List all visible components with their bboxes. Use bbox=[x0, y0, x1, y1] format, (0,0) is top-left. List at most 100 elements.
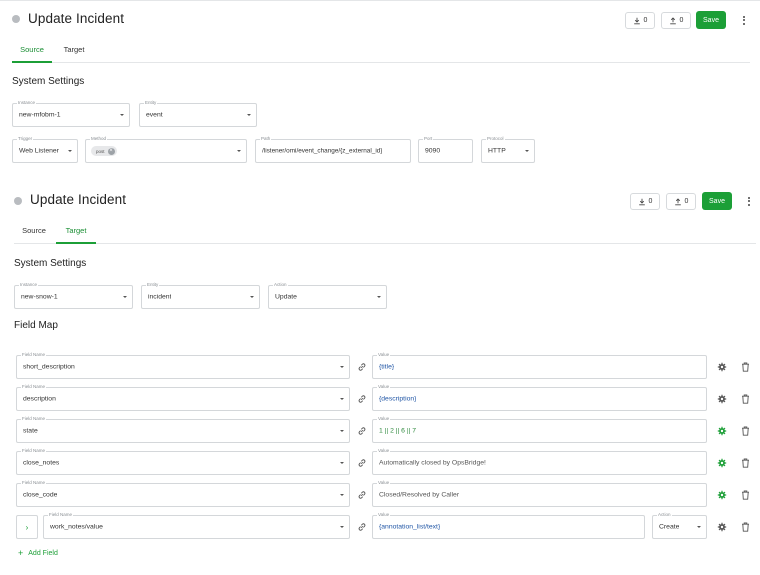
gear-icon[interactable] bbox=[717, 362, 727, 372]
value-text: Closed/Resolved by Caller bbox=[379, 491, 460, 499]
trigger-select[interactable]: Trigger Web Listener bbox=[12, 135, 78, 163]
tab-divider bbox=[12, 62, 750, 63]
save-button[interactable]: Save bbox=[702, 192, 732, 210]
port-value: 9090 bbox=[425, 147, 441, 155]
chevron-down-icon bbox=[247, 114, 251, 116]
instance-value: new-mfobm-1 bbox=[19, 111, 61, 119]
value-label: Value bbox=[377, 479, 391, 487]
value-input[interactable]: Value 1 || 2 || 6 || 7 bbox=[372, 415, 707, 443]
download-count: 0 bbox=[643, 17, 648, 24]
trash-icon[interactable] bbox=[741, 522, 750, 532]
trigger-label: Trigger bbox=[17, 135, 34, 143]
gear-icon[interactable] bbox=[717, 426, 727, 436]
gear-icon[interactable] bbox=[717, 458, 727, 468]
field-name-label: Field Name bbox=[21, 479, 47, 487]
gear-icon[interactable] bbox=[717, 394, 727, 404]
page-title: Update Incident bbox=[28, 11, 125, 26]
link-icon[interactable] bbox=[357, 490, 367, 500]
field-name-select[interactable]: Field Name close_notes bbox=[16, 447, 350, 475]
value-input[interactable]: Value Automatically closed by OpsBridge! bbox=[372, 447, 707, 475]
field-name-select[interactable]: Field Name description bbox=[16, 383, 350, 411]
method-chip[interactable]: post × bbox=[91, 146, 117, 156]
protocol-label: Protocol bbox=[486, 135, 505, 143]
value-text: {annotation_list/text} bbox=[379, 523, 441, 531]
link-icon[interactable] bbox=[357, 394, 367, 404]
trash-icon[interactable] bbox=[741, 362, 750, 372]
method-label: Method bbox=[90, 135, 108, 143]
action-value: Update bbox=[275, 293, 297, 301]
value-input[interactable]: Value {annotation_list/text} bbox=[372, 511, 645, 539]
path-input[interactable]: Path /listener/omi/event_change/{z_exter… bbox=[255, 135, 411, 163]
trash-icon[interactable] bbox=[741, 426, 750, 436]
link-icon[interactable] bbox=[357, 362, 367, 372]
action-label: Action bbox=[273, 281, 288, 289]
entity-select[interactable]: Entity event bbox=[139, 99, 257, 127]
field-name-value: state bbox=[23, 427, 38, 435]
value-input[interactable]: Value {title} bbox=[372, 351, 707, 379]
value-text: {title} bbox=[379, 363, 395, 371]
entity-label: Entity bbox=[144, 99, 158, 107]
chevron-down-icon bbox=[340, 366, 344, 368]
more-vert-icon[interactable] bbox=[746, 194, 752, 208]
link-icon[interactable] bbox=[357, 426, 367, 436]
field-name-select[interactable]: Field Name state bbox=[16, 415, 350, 443]
trash-icon[interactable] bbox=[741, 490, 750, 500]
plus-icon: + bbox=[18, 548, 24, 558]
trash-icon[interactable] bbox=[741, 458, 750, 468]
upload-button[interactable]: 0 bbox=[661, 12, 691, 29]
field-name-select[interactable]: Field Name close_code bbox=[16, 479, 350, 507]
gear-icon[interactable] bbox=[717, 522, 727, 532]
value-label: Value bbox=[377, 415, 391, 423]
upload-button[interactable]: 0 bbox=[666, 193, 696, 210]
protocol-select[interactable]: Protocol HTTP bbox=[481, 135, 535, 163]
instance-label: Instance bbox=[17, 99, 37, 107]
port-label: Port bbox=[423, 135, 434, 143]
value-label: Value bbox=[377, 351, 391, 359]
instance-select[interactable]: Instance new-mfobm-1 bbox=[12, 99, 130, 127]
tab-target[interactable]: Target bbox=[58, 226, 94, 235]
add-field-button[interactable]: + Add Field bbox=[18, 548, 58, 558]
field-name-select[interactable]: Field Name work_notes/value bbox=[43, 511, 350, 539]
chevron-down-icon bbox=[340, 494, 344, 496]
path-value: /listener/omi/event_change/{z_external_i… bbox=[262, 147, 383, 155]
chevron-down-icon bbox=[340, 526, 344, 528]
link-icon[interactable] bbox=[357, 522, 367, 532]
protocol-value: HTTP bbox=[488, 147, 506, 155]
close-icon[interactable]: × bbox=[107, 147, 115, 155]
method-select[interactable]: Method post × bbox=[85, 135, 247, 163]
chevron-down-icon bbox=[340, 462, 344, 464]
value-text: Automatically closed by OpsBridge! bbox=[379, 459, 486, 467]
chevron-down-icon bbox=[120, 114, 124, 116]
port-input[interactable]: Port 9090 bbox=[418, 135, 473, 163]
value-input[interactable]: Value Closed/Resolved by Caller bbox=[372, 479, 707, 507]
action-select[interactable]: Action Update bbox=[268, 281, 387, 309]
tab-active-indicator bbox=[12, 61, 52, 63]
link-icon[interactable] bbox=[357, 458, 367, 468]
instance-select[interactable]: Instance new-snow-1 bbox=[14, 281, 133, 309]
gear-icon[interactable] bbox=[717, 490, 727, 500]
chevron-down-icon bbox=[377, 296, 381, 298]
field-name-value: work_notes/value bbox=[50, 523, 103, 531]
download-button[interactable]: 0 bbox=[625, 12, 655, 29]
trash-icon[interactable] bbox=[741, 394, 750, 404]
save-button[interactable]: Save bbox=[696, 11, 726, 29]
value-label: Value bbox=[377, 447, 391, 455]
tab-source[interactable]: Source bbox=[16, 226, 52, 235]
top-border bbox=[0, 0, 760, 1]
value-label: Value bbox=[377, 383, 391, 391]
entity-select[interactable]: Entity incident bbox=[141, 281, 260, 309]
value-input[interactable]: Value {description} bbox=[372, 383, 707, 411]
tab-target[interactable]: Target bbox=[56, 45, 92, 54]
path-label: Path bbox=[260, 135, 272, 143]
chevron-down-icon bbox=[250, 296, 254, 298]
row-action-select[interactable]: Action Create bbox=[652, 511, 707, 539]
chevron-down-icon bbox=[340, 430, 344, 432]
chevron-down-icon bbox=[697, 526, 701, 528]
tab-source[interactable]: Source bbox=[14, 45, 50, 54]
more-vert-icon[interactable] bbox=[741, 13, 747, 27]
value-text: {description} bbox=[379, 395, 417, 403]
expand-row-button[interactable]: › bbox=[16, 515, 38, 539]
field-name-select[interactable]: Field Name short_description bbox=[16, 351, 350, 379]
download-button[interactable]: 0 bbox=[630, 193, 660, 210]
chevron-right-icon: › bbox=[25, 522, 29, 532]
